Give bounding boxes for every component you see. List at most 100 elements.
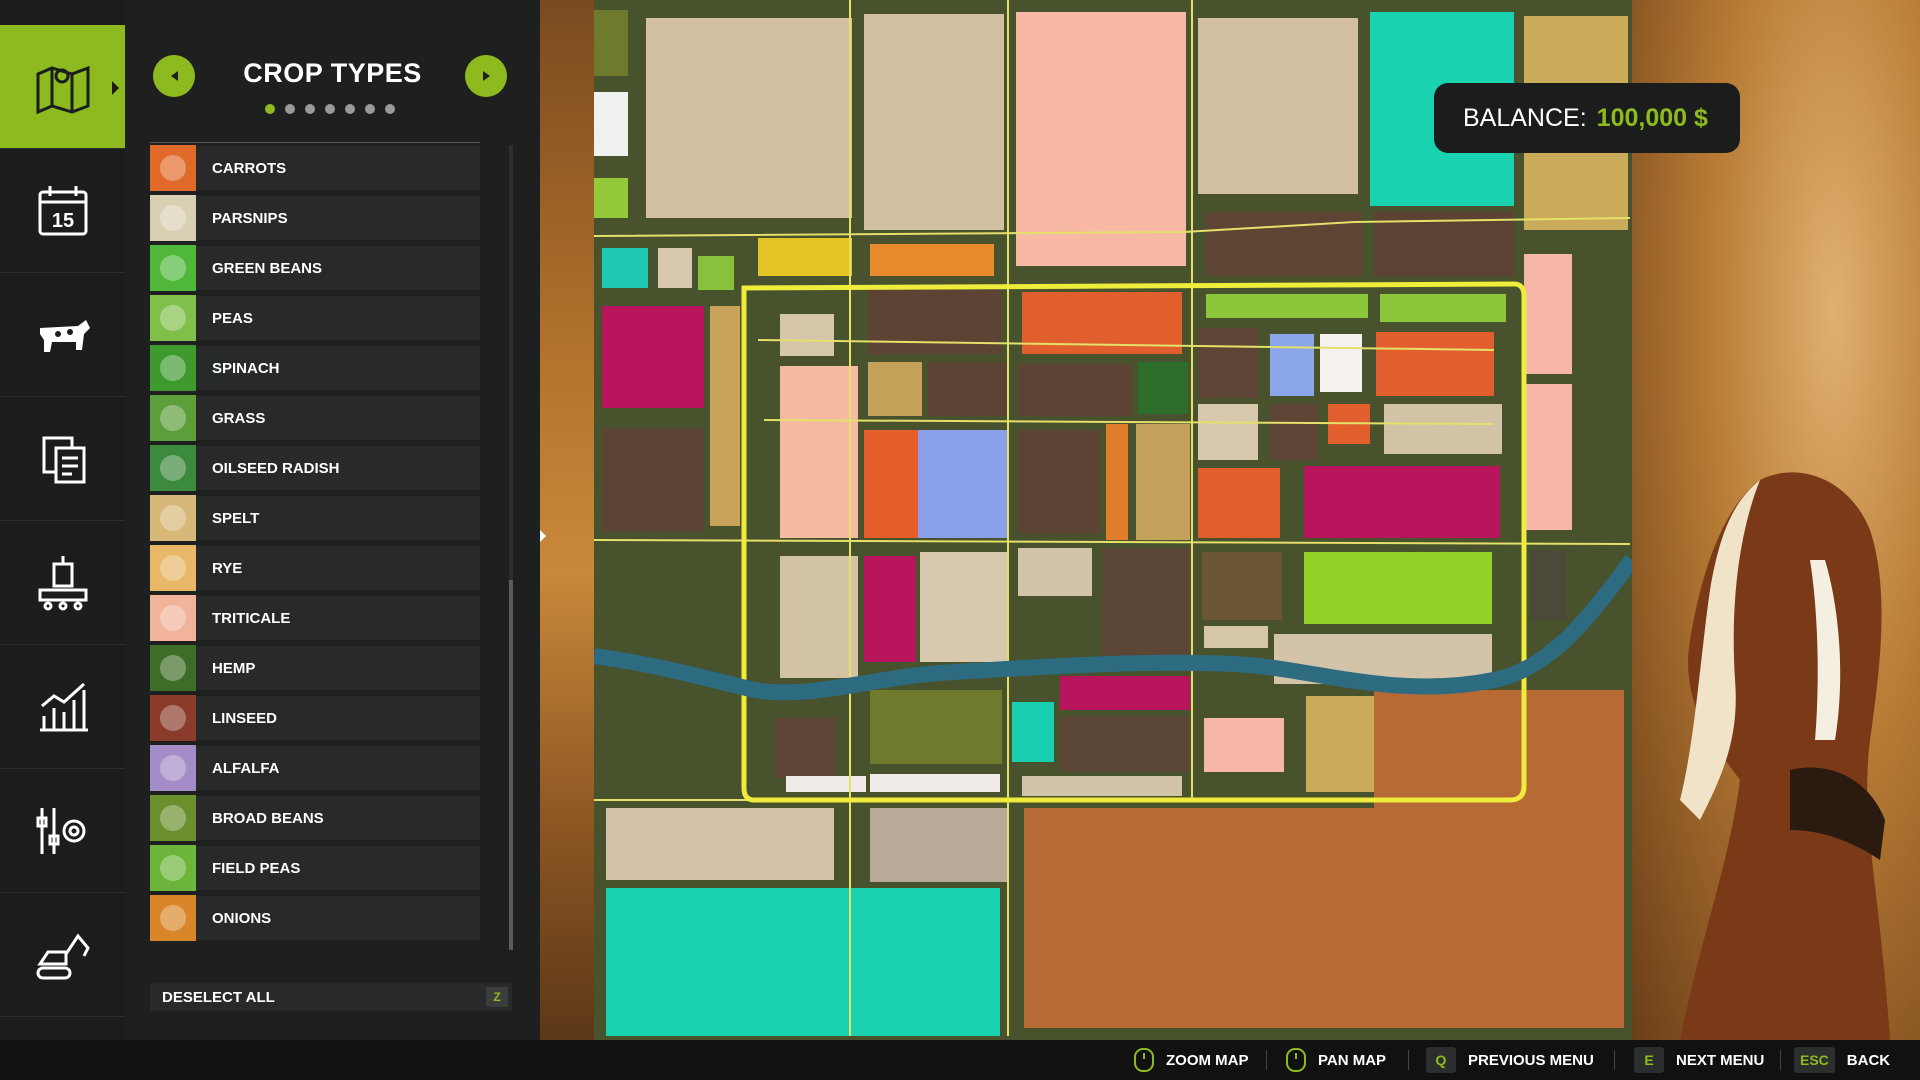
- crop-label: HEMP: [212, 659, 256, 677]
- crop-icon-shape: [160, 705, 186, 731]
- crop-icon: [150, 145, 196, 191]
- map-canvas: [594, 0, 1632, 1036]
- hint-separator: [1408, 1050, 1409, 1070]
- rail-item-map[interactable]: [0, 25, 125, 149]
- crop-row[interactable]: OILSEED RADISH: [150, 443, 480, 493]
- crop-icon: [150, 695, 196, 741]
- crop-label: RYE: [212, 559, 243, 577]
- mouse-drag-icon: [1286, 1048, 1306, 1072]
- crop-row[interactable]: SPINACH: [150, 343, 480, 393]
- crop-icon: [150, 595, 196, 641]
- crop-icon: [150, 845, 196, 891]
- crop-icon-shape: [160, 405, 186, 431]
- crop-row[interactable]: SPELT: [150, 493, 480, 543]
- crop-label: ONIONS: [212, 909, 272, 927]
- crop-icon: [150, 295, 196, 341]
- crop-row[interactable]: ALFALFA: [150, 743, 480, 793]
- rail-item-contracts[interactable]: [0, 397, 125, 521]
- pan-map-hint[interactable]: PAN MAP: [1286, 1040, 1386, 1080]
- crop-label: PEAS: [212, 309, 253, 327]
- deselect-key: Z: [486, 987, 508, 1007]
- scroll-thumb[interactable]: [509, 580, 513, 950]
- crop-icon: [150, 395, 196, 441]
- page-dot[interactable]: [325, 104, 335, 114]
- pan-map-label: PAN MAP: [1318, 1051, 1387, 1069]
- crop-list-scrollbar[interactable]: [509, 145, 513, 950]
- crop-icon: [150, 495, 196, 541]
- page-dot[interactable]: [365, 104, 375, 114]
- hint-separator: [1266, 1050, 1267, 1070]
- crop-row[interactable]: RYE: [150, 543, 480, 593]
- page-dot[interactable]: [305, 104, 315, 114]
- rail-item-production[interactable]: [0, 521, 125, 645]
- crop-icon: [150, 745, 196, 791]
- crop-label: SPINACH: [212, 359, 280, 377]
- crop-row-background: [150, 896, 480, 940]
- crop-row-background: [150, 546, 480, 590]
- rail-item-animals[interactable]: [0, 273, 125, 397]
- crop-row[interactable]: BROAD BEANS: [150, 793, 480, 843]
- crop-icon-shape: [160, 555, 186, 581]
- crop-label: PARSNIPS: [212, 209, 288, 227]
- collapse-panel-arrow[interactable]: [540, 530, 546, 542]
- page-dot[interactable]: [385, 104, 395, 114]
- back-hint[interactable]: ESC BACK: [1794, 1040, 1890, 1080]
- crop-icon: [150, 895, 196, 941]
- crop-row-background: [150, 146, 480, 190]
- crop-row-background: [150, 396, 480, 440]
- deselect-all-button[interactable]: DESELECT ALL Z: [150, 983, 512, 1011]
- next-menu-hint[interactable]: E NEXT MENU: [1634, 1040, 1764, 1080]
- farm-map[interactable]: [594, 0, 1632, 1040]
- map-icon: [36, 65, 89, 114]
- crop-row-background: [150, 196, 480, 240]
- rail-item-settings[interactable]: [0, 769, 125, 893]
- crop-label: BROAD BEANS: [212, 809, 324, 827]
- crop-icon-shape: [160, 305, 186, 331]
- previous-menu-hint[interactable]: Q PREVIOUS MENU: [1426, 1040, 1594, 1080]
- field-areas: [594, 10, 1628, 1036]
- crop-label: SPELT: [212, 509, 260, 527]
- crop-icon-shape: [160, 755, 186, 781]
- crop-icon: [150, 645, 196, 691]
- page-dot[interactable]: [265, 104, 275, 114]
- rail-item-statistics[interactable]: [0, 645, 125, 769]
- mouse-wheel-icon: [1134, 1048, 1154, 1072]
- crop-row[interactable]: GREEN BEANS: [150, 243, 480, 293]
- page-dot[interactable]: [285, 104, 295, 114]
- crop-row[interactable]: ONIONS: [150, 893, 480, 943]
- crop-row[interactable]: CARROTS: [150, 143, 480, 193]
- crop-icon-shape: [160, 655, 186, 681]
- crop-icon: [150, 795, 196, 841]
- crop-icon: [150, 345, 196, 391]
- zoom-map-label: ZOOM MAP: [1166, 1051, 1249, 1069]
- crop-row[interactable]: GRASS: [150, 393, 480, 443]
- menu-rail: 15: [0, 0, 125, 1040]
- page-dot[interactable]: [345, 104, 355, 114]
- zoom-map-hint[interactable]: ZOOM MAP: [1134, 1040, 1249, 1080]
- crop-row[interactable]: TRITICALE: [150, 593, 480, 643]
- crop-icon: [150, 195, 196, 241]
- hint-separator: [1614, 1050, 1615, 1070]
- crop-row[interactable]: PARSNIPS: [150, 193, 480, 243]
- contracts-icon: [42, 436, 85, 483]
- horse-illustration: [1680, 472, 1890, 1040]
- rail-item-calendar[interactable]: 15: [0, 149, 125, 273]
- calendar-icon: 15: [38, 185, 87, 235]
- hint-separator: [1780, 1050, 1781, 1070]
- next-menu-key: E: [1634, 1047, 1664, 1073]
- crop-label: GRASS: [212, 409, 266, 427]
- next-page-button[interactable]: [465, 55, 507, 97]
- active-caret: [112, 81, 119, 95]
- back-key: ESC: [1794, 1047, 1835, 1073]
- rail-item-construction[interactable]: [0, 893, 125, 1017]
- crop-row-background: [150, 596, 480, 640]
- balance-value: 100,000 $: [1596, 103, 1708, 132]
- crop-types-panel: CROP TYPES CARROTS PARSNIPS GREEN BEANS PEA…: [125, 0, 540, 1040]
- crop-row[interactable]: HEMP: [150, 643, 480, 693]
- crop-icon-shape: [160, 155, 186, 181]
- crop-row[interactable]: FIELD PEAS: [150, 843, 480, 893]
- crop-row[interactable]: LINSEED: [150, 693, 480, 743]
- previous-menu-key: Q: [1426, 1047, 1456, 1073]
- crop-row-background: [150, 346, 480, 390]
- crop-row[interactable]: PEAS: [150, 293, 480, 343]
